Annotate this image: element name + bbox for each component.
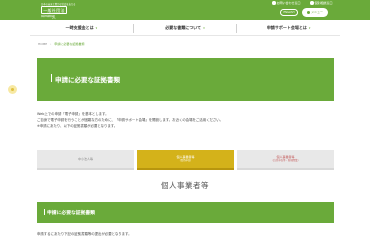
tab-sole-proprietor-white[interactable]: 個人事業者等 (白色申告等・新規開業) <box>237 150 334 170</box>
mail-icon <box>272 1 276 5</box>
section-body-text: 申請するにあたり下記の証拠書類等の提出が必要となります。 <box>37 232 132 236</box>
contact-link-label: お問い合わせ窓口 <box>276 1 301 5</box>
contact-link[interactable]: お問い合わせ窓口 <box>272 1 301 5</box>
breadcrumb-home[interactable]: HOME <box>38 42 47 46</box>
intro-text: Web上での申請「電子申請」を基本とします。 ご自身で電子申請を行うことが困難な… <box>37 111 337 129</box>
tab-sole-proprietor-blue[interactable]: 個人事業者等 (青色申告) <box>137 150 234 170</box>
page-title: 申請に必要な証拠書類 <box>55 76 120 84</box>
logo-main-text: 一般社団法人 <box>41 6 67 20</box>
nav-item-label: 必要な書類について <box>165 25 202 30</box>
page-hero: 申請に必要な証拠書類 <box>37 58 334 101</box>
chevron-down-icon: ▾ <box>95 26 98 30</box>
section-heading: 個人事業者等 <box>161 181 209 190</box>
consult-link-label: 個別相談窓口 <box>314 1 333 5</box>
hero-accent-bar <box>51 74 52 82</box>
chevron-down-icon: ▾ <box>308 26 311 30</box>
nav-item-support-venue[interactable]: 申請サポート会場とは ▾ <box>237 20 340 35</box>
nav-item-about[interactable]: 一時支援金とは ▾ <box>30 20 133 35</box>
menu-button-label: メニュー <box>310 10 323 14</box>
language-button[interactable]: ENGLISH <box>280 9 298 16</box>
menu-icon <box>306 10 310 14</box>
section-accent-bar <box>44 209 45 215</box>
site-logo[interactable]: 日本の未来と豊かな社会を支える 一般社団法人 事業再構築協会 <box>41 1 75 20</box>
main-nav: 一時支援金とは ▾ 必要な書類について ▾ 申請サポート会場とは ▾ <box>30 20 340 36</box>
tab-small-corporations[interactable]: 中小法人等 <box>37 150 134 170</box>
consult-link[interactable]: 個別相談窓口 <box>310 1 333 5</box>
nav-item-label: 申請サポート会場とは <box>266 25 307 30</box>
nav-item-label: 一時支援金とは <box>65 25 94 30</box>
intro-line: ※申請にあたり、以下の証拠書類が必要となります。 <box>37 124 118 128</box>
phone-icon <box>310 1 314 5</box>
breadcrumb-separator: › <box>50 42 52 46</box>
tab-sublabel: (白色申告等・新規開業) <box>272 159 299 162</box>
chevron-down-icon: ▾ <box>203 26 205 30</box>
logo-subtitle: 事業再構築協会 <box>41 16 56 18</box>
breadcrumb: HOME › 申請に必要な証拠書類 <box>38 42 84 46</box>
nav-item-documents[interactable]: 必要な書類について ▾ <box>134 20 237 35</box>
top-bar: 日本の未来と豊かな社会を支える 一般社団法人 事業再構築協会 お問い合わせ窓口 … <box>0 0 370 20</box>
section-band: 申請に必要な証拠書類 <box>37 202 334 223</box>
cursor-highlight <box>8 85 17 94</box>
category-tabs: 中小法人等 個人事業者等 (青色申告) 個人事業者等 (白色申告等・新規開業) <box>37 150 334 170</box>
breadcrumb-current: 申請に必要な証拠書類 <box>54 42 85 46</box>
section-band-title: 申請に必要な証拠書類 <box>47 211 95 216</box>
menu-button[interactable]: メニュー <box>302 8 328 17</box>
tab-label: 中小法人等 <box>77 157 93 161</box>
tab-sublabel: (青色申告) <box>179 159 192 162</box>
